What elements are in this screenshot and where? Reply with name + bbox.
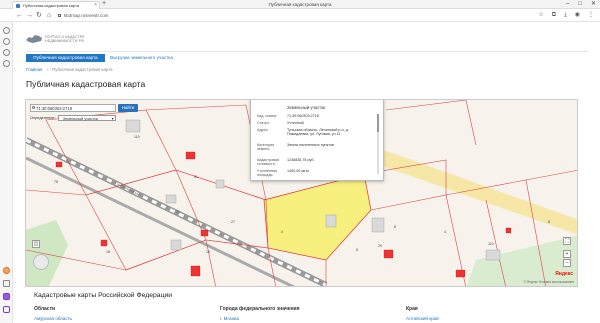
cadastral-search-input[interactable]: 71:30:060303:2718 <box>30 104 116 112</box>
new-tab-button[interactable]: + <box>102 0 106 7</box>
parcel-label: 4 <box>281 230 283 234</box>
menu-icon[interactable]: ⋮ <box>588 10 594 20</box>
parcel-label: 31 <box>194 175 198 179</box>
page-title: Публичная кадастровая карта <box>26 79 146 89</box>
search-icon <box>32 106 35 109</box>
browser-titlebar: Публичная кадастровая карта × + Публична… <box>0 0 600 9</box>
browser-toolbar-right: ☆ ⧉ ⤓ ◉ ⋮ <box>538 10 594 20</box>
parcel-label: 27 <box>231 220 235 224</box>
breadcrumb-home[interactable]: Главная <box>26 67 42 72</box>
download-icon[interactable]: ⤓ <box>564 10 567 20</box>
parcel-label: 5 <box>356 248 358 252</box>
url-field[interactable]: kb3map.rosreestr.com <box>58 11 168 20</box>
popup-key: Кадастровая стоимость: <box>257 158 280 167</box>
ruler-tool-button[interactable]: ◫ <box>32 240 40 248</box>
parcel-label: 119 <box>134 135 140 139</box>
browser-tab[interactable]: Публичная кадастровая карта × <box>12 1 100 9</box>
sidebar-downloads-icon[interactable] <box>3 49 10 56</box>
yandex-logo: Яндекс <box>555 271 573 277</box>
filter-label: Определение: <box>30 115 56 120</box>
popup-key: Адрес: <box>257 128 269 132</box>
sidebar-add-icon[interactable] <box>3 280 10 287</box>
browser-sidebar <box>0 22 13 323</box>
region-link[interactable]: Амурская область <box>34 316 72 321</box>
window-controls: – □ ✕ <box>566 0 596 8</box>
sidebar-bookmarks-icon[interactable] <box>3 38 10 45</box>
breadcrumb-current: Публичная кадастровая карта <box>52 67 113 72</box>
page: ПОРТАЛ О КАДАСТРЕ НЕДВИЖИМОСТИ РФ Публич… <box>14 22 600 323</box>
url-text: kb3map.rosreestr.com <box>64 13 109 18</box>
parcel-label: 78 <box>54 180 58 184</box>
find-button[interactable]: Найти <box>118 104 138 112</box>
reload-icon[interactable]: ↻ <box>36 11 42 20</box>
back-arrow-icon[interactable]: ← <box>16 11 23 20</box>
forward-arrow-icon[interactable]: → <box>26 11 33 20</box>
map-attribution[interactable]: © Яндекс Условия использования <box>524 280 574 284</box>
breadcrumb: Главная › Публичная кадастровая карта <box>26 67 115 72</box>
cadastral-map[interactable]: 78 119 71 31 16 27 18 4 5 29 8 4 110 8 у… <box>25 99 578 287</box>
logo-text: ПОРТАЛ О КАДАСТРЕ НЕДВИЖИМОСТИ РФ <box>45 35 85 44</box>
regions-column-heading: Края <box>406 306 418 312</box>
parcel-label: 18 <box>106 250 110 254</box>
breadcrumb-separator: › <box>46 67 48 72</box>
close-window-button[interactable]: ✕ <box>591 0 596 8</box>
fullscreen-button[interactable]: ⛶ <box>563 237 571 245</box>
popup-key: Уточненная площадь: <box>257 169 278 178</box>
russia-map-logo-icon <box>26 35 42 43</box>
public-map-button[interactable]: Публичная кадастровая карта <box>26 54 105 62</box>
parcel-label: 8 <box>394 225 396 229</box>
sidebar-purple-app-icon[interactable] <box>3 293 10 300</box>
parcel-info-popup: Земельный участок Кад. номер: 71:30:06030… <box>250 100 384 181</box>
object-type-value: Земельный участок <box>62 116 99 121</box>
popup-value: 71:30:060303:2718 <box>287 114 319 118</box>
zoom-in-button[interactable]: + <box>563 250 571 258</box>
zoom-out-button[interactable]: – <box>563 259 571 267</box>
parcel-label: 29 <box>378 244 382 248</box>
region-link[interactable]: Алтайский край <box>406 316 439 321</box>
popup-title: Земельный участок <box>287 105 326 110</box>
popup-key: Кад. номер: <box>257 114 278 118</box>
header-divider <box>26 51 588 52</box>
popup-value: Тульская область, Ленинский р-н, д. Пожи… <box>287 128 349 137</box>
search-value: 71:30:060303:2718 <box>36 106 73 111</box>
address-bar: ← → ↻ ⌂ kb3map.rosreestr.com ☆ ⧉ ⤓ ◉ ⋮ <box>0 9 600 22</box>
regions-column-heading: Города федерального значения <box>220 306 300 312</box>
layers-button[interactable] <box>33 254 49 270</box>
maximize-button[interactable]: □ <box>578 0 582 8</box>
region-link[interactable]: г. Москва <box>220 316 239 321</box>
popup-value: Учтенный <box>287 121 304 125</box>
parcel-label: 16 <box>206 250 210 254</box>
tab-favicon-icon <box>16 4 20 8</box>
popup-key: Категория земель: <box>257 143 275 152</box>
home-icon[interactable]: ⌂ <box>47 11 51 20</box>
lock-icon <box>58 14 61 17</box>
regions-column-heading: Области <box>34 306 56 312</box>
object-type-select[interactable]: Земельный участок <box>57 115 116 121</box>
export-parcel-link[interactable]: Выгрузка земельного участка <box>110 54 173 62</box>
popup-scrollbar[interactable] <box>377 114 379 174</box>
sidebar-history-icon[interactable] <box>3 27 10 34</box>
sidebar-purple-app-icon-2[interactable] <box>3 306 10 313</box>
parcel-label: 4 <box>444 230 446 234</box>
tab-close-icon[interactable]: × <box>94 2 97 9</box>
sidebar-settings-icon[interactable] <box>3 60 10 67</box>
popup-value: Земли населенных пунктов <box>287 143 334 147</box>
sidebar-app-icon[interactable] <box>3 267 10 274</box>
parcel-label: 71 <box>176 210 180 214</box>
popup-value: 1248836,78 руб. <box>287 158 315 162</box>
bookmark-icon[interactable]: ☆ <box>538 10 543 20</box>
object-type-filter: Определение: Земельный участок <box>30 115 116 121</box>
parcel-label: 8 <box>548 220 550 224</box>
profile-icon[interactable]: ◉ <box>575 10 580 20</box>
popup-value: 1400,00 кв.м <box>287 169 309 173</box>
extensions-icon[interactable]: ⧉ <box>552 10 556 20</box>
parcel-label: 110 <box>488 242 494 246</box>
minimize-button[interactable]: – <box>566 0 569 8</box>
popup-key: Статус: <box>257 121 270 125</box>
tab-title: Публичная кадастровая карта <box>23 3 80 8</box>
regions-section-title: Кадастровые карты Российской Федерации <box>34 292 173 299</box>
